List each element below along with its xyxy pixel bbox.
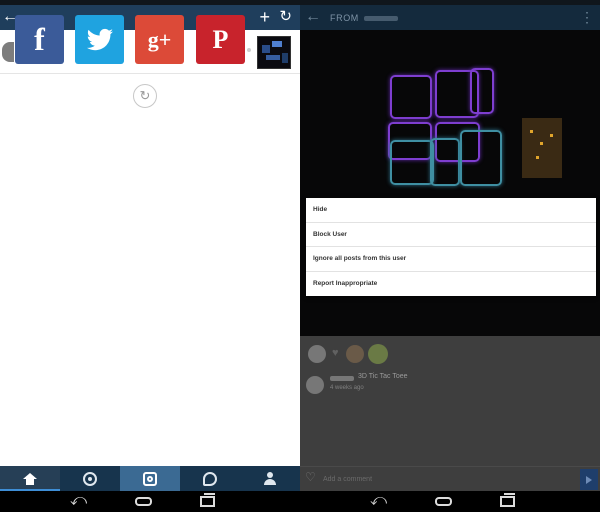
like-heart-icon[interactable]: ♡ bbox=[305, 470, 316, 484]
plus-icon[interactable]: + bbox=[259, 6, 270, 28]
back-arrow-icon[interactable]: ← bbox=[305, 8, 321, 26]
photo-thumbnail[interactable] bbox=[257, 36, 291, 69]
loading-spinner-icon: ↻ bbox=[133, 84, 157, 108]
system-recents-icon[interactable] bbox=[200, 493, 215, 507]
facebook-share-button[interactable]: f bbox=[15, 15, 64, 64]
twitter-bird-icon bbox=[86, 28, 113, 50]
comment-time: 4 weeks ago bbox=[330, 385, 364, 391]
bottom-tab-bar bbox=[0, 466, 300, 491]
explore-icon bbox=[83, 471, 97, 486]
comment-text: 3D Tic Tac Toee bbox=[358, 373, 408, 380]
system-back-icon[interactable]: ⤺ bbox=[370, 493, 387, 509]
menu-item-ignore-posts[interactable]: Ignore all posts from this user bbox=[306, 247, 596, 272]
right-header-title: FROM bbox=[330, 13, 398, 23]
tab-camera[interactable] bbox=[120, 466, 180, 491]
tab-profile[interactable] bbox=[240, 466, 300, 491]
pinterest-icon: P bbox=[212, 24, 229, 54]
system-back-icon[interactable]: ⤺ bbox=[70, 493, 87, 509]
camera-icon bbox=[143, 471, 157, 486]
tab-home[interactable] bbox=[0, 466, 60, 491]
menu-item-block-user[interactable]: Block User bbox=[306, 223, 596, 247]
dot-indicator bbox=[247, 48, 251, 52]
googleplus-share-button[interactable]: g+ bbox=[135, 15, 184, 64]
avatar[interactable] bbox=[368, 344, 388, 364]
comment-input-bar: ♡ Add a comment bbox=[300, 466, 600, 491]
heart-icon: ♥ bbox=[332, 347, 339, 359]
twitter-share-button[interactable] bbox=[75, 15, 124, 64]
avatar[interactable] bbox=[308, 345, 326, 363]
send-button[interactable] bbox=[580, 469, 598, 490]
pinterest-share-button[interactable]: P bbox=[196, 15, 245, 64]
avatar[interactable] bbox=[306, 376, 324, 394]
left-screen: ← + ↻ f g+ P ↻ ⤺ bbox=[0, 0, 300, 512]
home-icon bbox=[23, 472, 37, 485]
profile-icon bbox=[264, 472, 276, 485]
refresh-icon[interactable]: ↻ bbox=[279, 7, 292, 27]
comment-input[interactable]: Add a comment bbox=[323, 476, 372, 483]
tab-activity[interactable] bbox=[180, 466, 240, 491]
menu-item-report[interactable]: Report Inappropriate bbox=[306, 272, 596, 297]
system-home-icon[interactable] bbox=[135, 493, 152, 506]
comment-username[interactable] bbox=[330, 376, 354, 381]
avatar[interactable] bbox=[2, 42, 14, 62]
comment-row: 3D Tic Tac Toee 4 weeks ago bbox=[306, 373, 596, 399]
menu-item-hide[interactable]: Hide bbox=[306, 198, 596, 223]
likers-row: ♥ bbox=[300, 338, 600, 370]
post-options-menu: Hide Block User Ignore all posts from th… bbox=[306, 198, 596, 296]
facebook-icon: f bbox=[34, 21, 45, 57]
overflow-menu-icon[interactable]: ⋮ bbox=[580, 8, 594, 26]
activity-icon bbox=[203, 471, 217, 486]
tab-explore[interactable] bbox=[60, 466, 120, 491]
system-home-icon[interactable] bbox=[435, 493, 452, 506]
avatar[interactable] bbox=[346, 345, 364, 363]
system-nav-bar: ⤺ bbox=[0, 491, 300, 512]
system-nav-bar: ⤺ bbox=[300, 491, 600, 512]
googleplus-icon: g+ bbox=[147, 26, 172, 52]
right-header: ← FROM ⋮ bbox=[300, 5, 600, 30]
system-recents-icon[interactable] bbox=[500, 493, 515, 507]
